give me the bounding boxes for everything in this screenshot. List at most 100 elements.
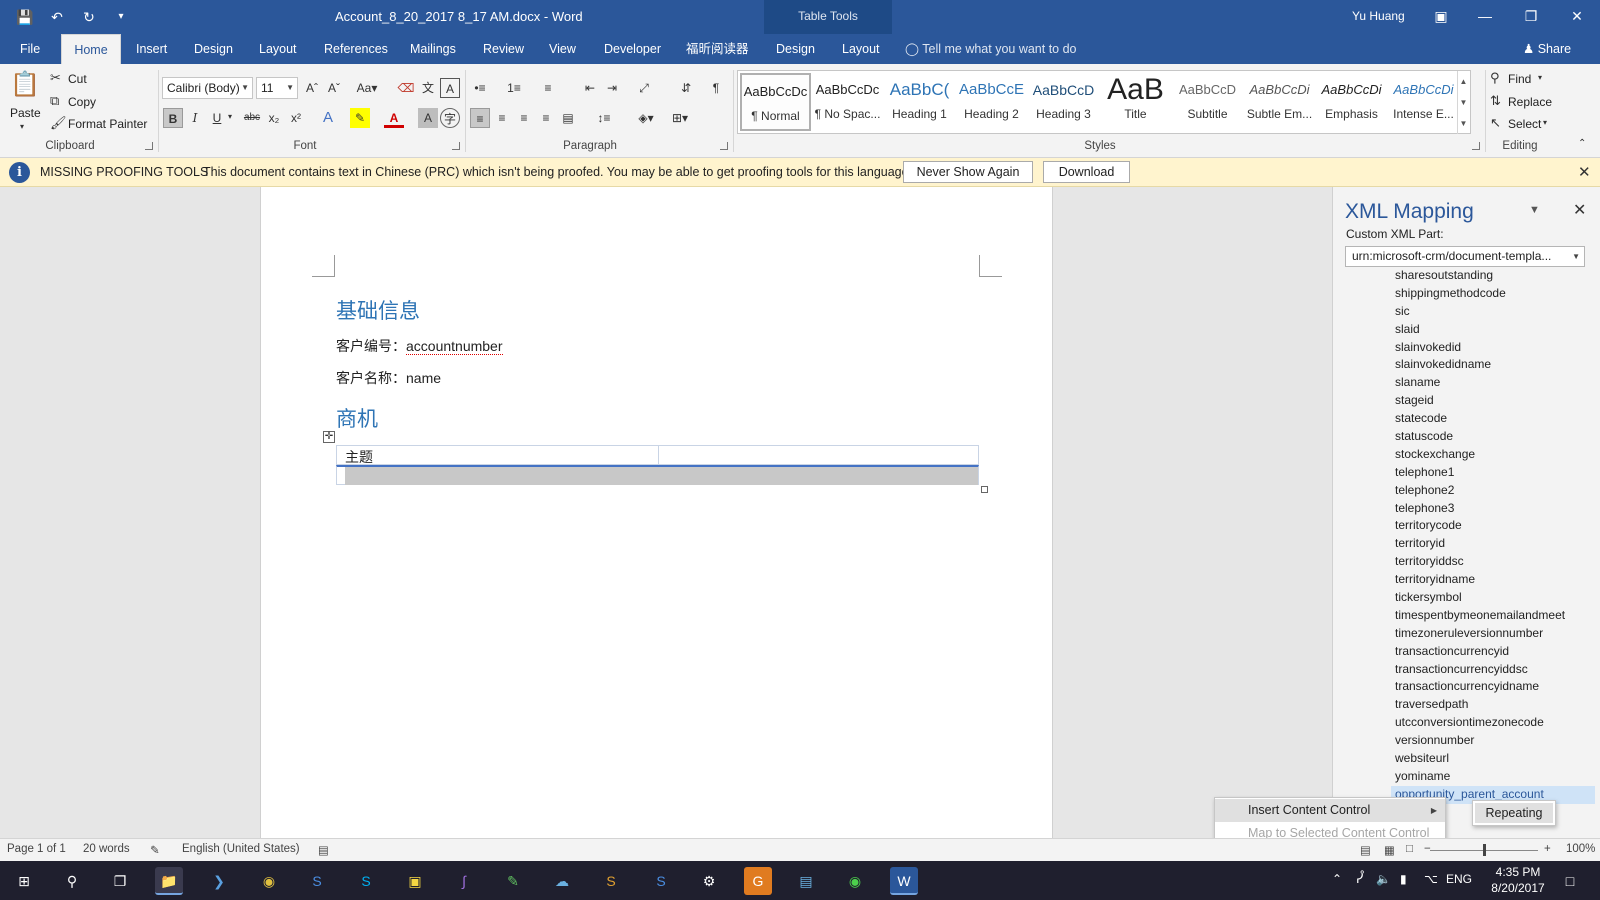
tab-insert[interactable]: Insert — [132, 34, 171, 64]
bullets-icon[interactable]: •≡ — [470, 78, 490, 98]
underline-button[interactable]: U — [207, 108, 227, 128]
notifications-icon[interactable]: □ — [1556, 867, 1584, 895]
settings-gear-icon[interactable]: ⚙ — [695, 867, 723, 895]
paste-button[interactable]: Paste — [10, 106, 41, 120]
notepad-plus-icon[interactable]: ✎ — [499, 867, 527, 895]
chevron-down-icon[interactable]: ▼ — [286, 78, 294, 98]
account-number-line[interactable]: 客户编号：accountnumber — [336, 336, 503, 356]
tree-node[interactable]: telephone2 — [1395, 482, 1595, 500]
zoom-slider-thumb[interactable] — [1483, 844, 1486, 856]
copy-button[interactable]: Copy — [68, 95, 96, 109]
style-subtle-emphasis[interactable]: AaBbCcDi Subtle Em... — [1244, 73, 1315, 131]
user-name[interactable]: Yu Huang — [1352, 9, 1405, 23]
tab-mailings[interactable]: Mailings — [406, 34, 460, 64]
tree-node[interactable]: tickersymbol — [1395, 589, 1595, 607]
tab-table-design[interactable]: Design — [772, 34, 819, 64]
distributed-icon[interactable]: ▤ — [558, 108, 578, 128]
web-layout-icon[interactable]: □ — [1406, 843, 1413, 855]
table-move-handle-icon[interactable]: ✛ — [323, 431, 335, 443]
font-launcher-icon[interactable] — [452, 142, 460, 150]
tree-node[interactable]: timespentbymeonemailandmeet — [1395, 607, 1595, 625]
redo-icon[interactable]: ↻ — [78, 6, 100, 28]
tree-node[interactable]: telephone3 — [1395, 500, 1595, 518]
find-button[interactable]: Find — [1508, 72, 1531, 86]
replace-button[interactable]: Replace — [1508, 95, 1552, 109]
pane-options-icon[interactable]: ▼ — [1529, 204, 1540, 216]
tree-node[interactable]: stageid — [1395, 392, 1595, 410]
wechat-icon[interactable]: ◉ — [841, 867, 869, 895]
clear-formatting-icon[interactable]: ⌫ — [396, 78, 416, 98]
tab-design[interactable]: Design — [190, 34, 237, 64]
sublime-icon[interactable]: S — [597, 867, 625, 895]
subscript-button[interactable]: x₂ — [264, 108, 284, 128]
search-icon[interactable]: ⚲ — [58, 867, 86, 895]
tab-file[interactable]: File — [16, 34, 44, 64]
tree-node[interactable]: stockexchange — [1395, 446, 1595, 464]
word-icon[interactable]: W — [890, 867, 918, 895]
tree-node[interactable]: utcconversiontimezonecode — [1395, 714, 1595, 732]
skype-icon[interactable]: S — [352, 867, 380, 895]
share-button[interactable]: ♟ Share — [1523, 38, 1571, 60]
gallery-more-icon[interactable]: ▼ — [1457, 113, 1469, 134]
superscript-button[interactable]: x² — [286, 108, 306, 128]
foxit-icon[interactable]: G — [744, 867, 772, 895]
wifi-icon[interactable]: ⌥ — [1424, 872, 1438, 886]
save-icon[interactable]: 💾 — [14, 6, 36, 28]
multilevel-list-icon[interactable]: ≡ — [538, 78, 558, 98]
language[interactable]: English (United States) — [182, 843, 300, 855]
style-subtitle[interactable]: AaBbCcD Subtitle — [1172, 73, 1243, 131]
close-icon[interactable]: ✕ — [1578, 163, 1591, 181]
align-right-icon[interactable]: ≡ — [514, 108, 534, 128]
heading-basic-info[interactable]: 基础信息 — [336, 295, 420, 325]
proofing-icon[interactable]: ✎ — [150, 843, 160, 857]
italic-button[interactable]: I — [185, 108, 205, 128]
tree-node[interactable]: statecode — [1395, 410, 1595, 428]
clock[interactable]: 4:35 PM 8/20/2017 — [1488, 864, 1548, 896]
text-effects-icon[interactable]: A — [318, 108, 338, 128]
table-resize-handle[interactable] — [981, 486, 988, 493]
word-count[interactable]: 20 words — [83, 843, 130, 855]
tab-foxit-reader[interactable]: 福昕阅读器 — [682, 34, 753, 64]
decrease-indent-icon[interactable]: ⇤ — [580, 78, 600, 98]
powershell-icon[interactable]: ❯ — [205, 867, 233, 895]
read-mode-icon[interactable]: ▤ — [1360, 843, 1371, 857]
tree-node[interactable]: territoryid — [1395, 535, 1595, 553]
tree-node[interactable]: traversedpath — [1395, 696, 1595, 714]
download-button[interactable]: Download — [1043, 161, 1130, 183]
tree-node[interactable]: transactioncurrencyiddsc — [1395, 661, 1595, 679]
strikethrough-button[interactable]: abc — [240, 108, 264, 128]
character-border-icon[interactable]: A — [440, 78, 460, 98]
bluetooth-icon[interactable]: ᓮ — [1356, 872, 1363, 886]
document-page[interactable]: 基础信息 客户编号：accountnumber 客户名称：name 商机 ✛ 主… — [260, 187, 1053, 838]
style-emphasis[interactable]: AaBbCcDi Emphasis — [1316, 73, 1387, 131]
tree-node[interactable]: sic — [1395, 303, 1595, 321]
gallery-down-icon[interactable]: ▼ — [1457, 92, 1469, 113]
font-size-combo[interactable]: 11 ▼ — [256, 77, 298, 99]
sogou-icon[interactable]: S — [303, 867, 331, 895]
menu-item-repeating[interactable]: Repeating — [1475, 803, 1553, 823]
tree-node[interactable]: territorycode — [1395, 517, 1595, 535]
tree-node[interactable]: slaid — [1395, 321, 1595, 339]
close-window-icon[interactable]: ✕ — [1564, 4, 1590, 28]
chevron-down-icon[interactable]: ▾ — [1543, 118, 1547, 127]
phonetic-guide-icon[interactable]: 文 — [418, 78, 438, 98]
align-left-icon[interactable]: ≡ — [470, 108, 490, 128]
tree-node[interactable]: territoryidname — [1395, 571, 1595, 589]
chevron-down-icon[interactable]: ▼ — [241, 78, 249, 98]
tree-node[interactable]: telephone1 — [1395, 464, 1595, 482]
zoom-level[interactable]: 100% — [1566, 843, 1595, 855]
chevron-down-icon[interactable]: ▼ — [1572, 247, 1580, 266]
custom-xml-part-select[interactable]: urn:microsoft-crm/document-templa... ▼ — [1345, 246, 1585, 267]
page-count[interactable]: Page 1 of 1 — [7, 843, 66, 855]
change-case-button[interactable]: Aa▾ — [352, 78, 382, 98]
tab-layout[interactable]: Layout — [255, 34, 301, 64]
numbering-icon[interactable]: 1≡ — [504, 78, 524, 98]
style-no-spacing[interactable]: AaBbCcDc ¶ No Spac... — [812, 73, 883, 131]
paste-icon[interactable]: 📋 — [10, 70, 40, 99]
tab-view[interactable]: View — [545, 34, 580, 64]
tab-developer[interactable]: Developer — [600, 34, 665, 64]
tree-node[interactable]: shippingmethodcode — [1395, 285, 1595, 303]
highlight-icon[interactable]: ✎ — [350, 108, 370, 128]
tree-node[interactable]: transactioncurrencyid — [1395, 643, 1595, 661]
increase-indent-icon[interactable]: ⇥ — [602, 78, 622, 98]
